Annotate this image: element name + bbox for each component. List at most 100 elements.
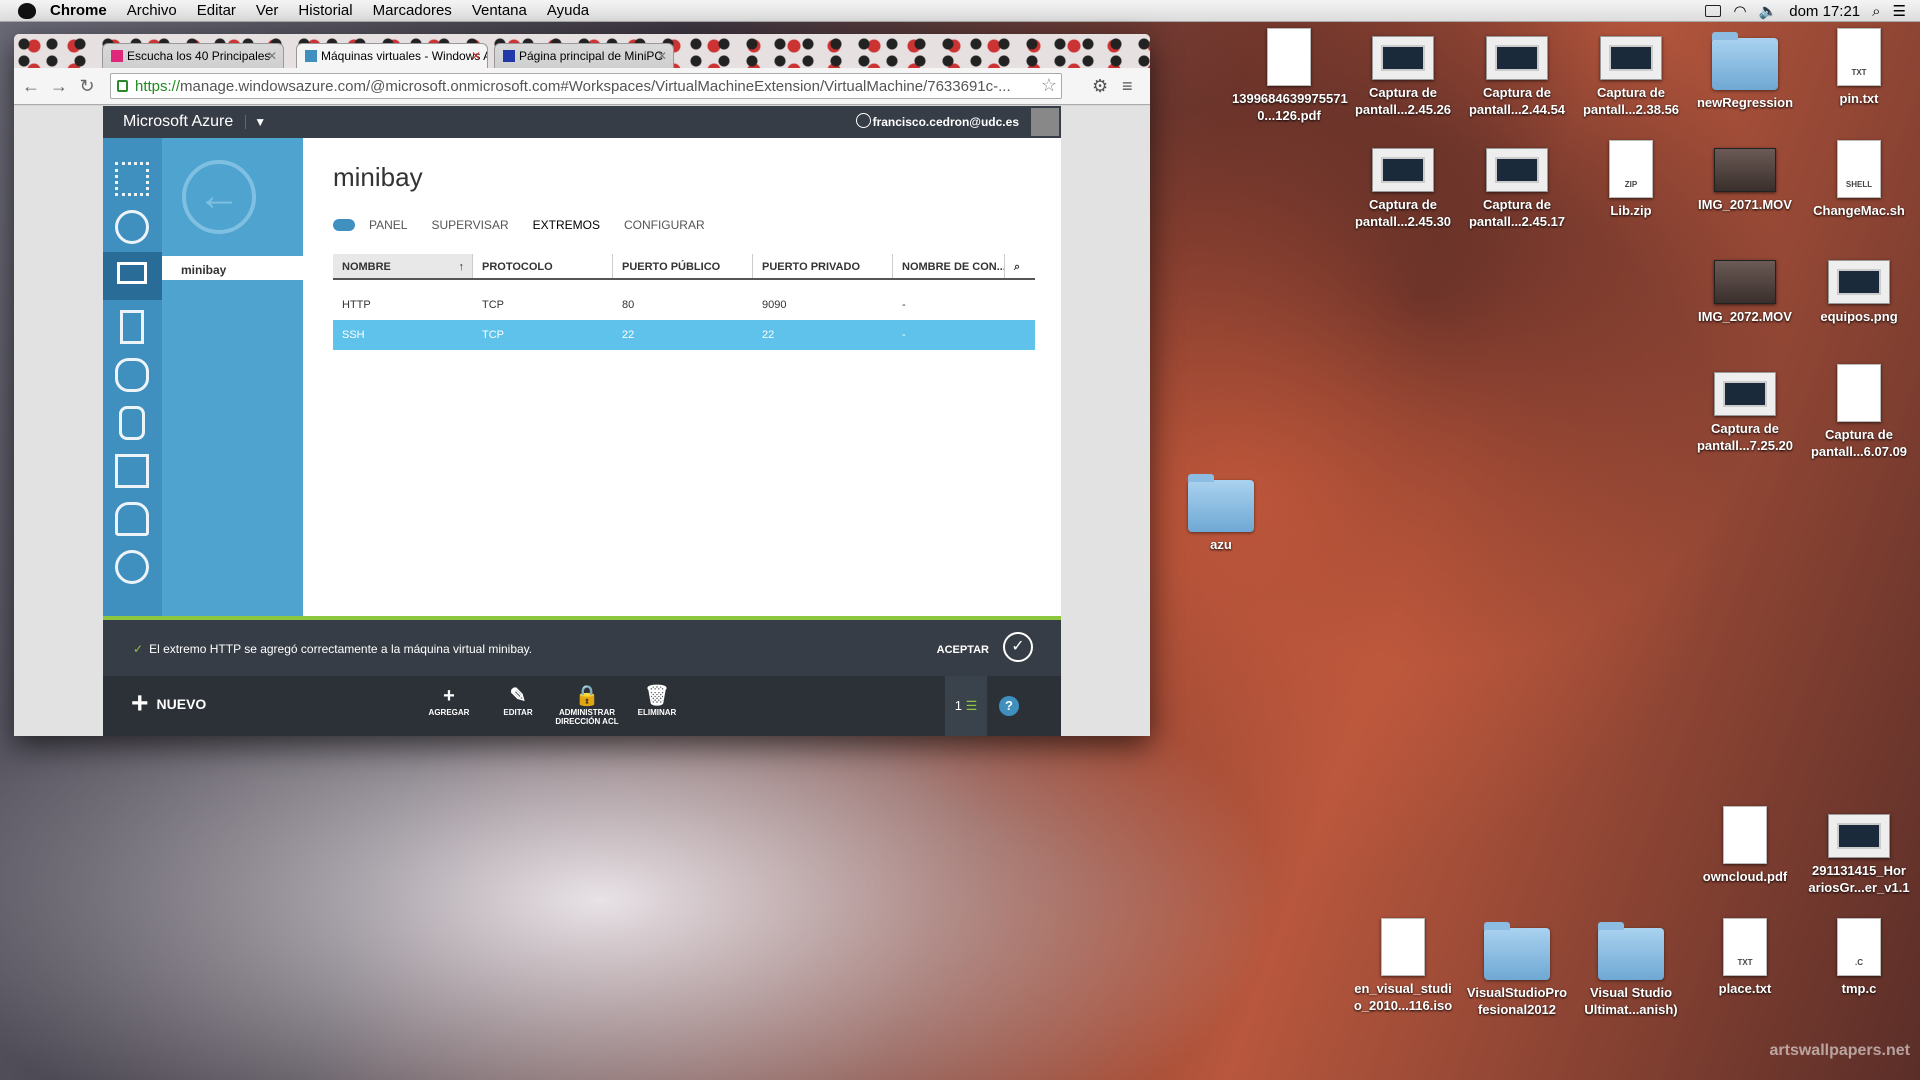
apple-icon[interactable] [18,2,36,19]
desktop-icon[interactable]: VisualStudioPro fesional2012 [1460,918,1574,1018]
help-icon[interactable]: ? [999,696,1019,716]
delete-button[interactable]: 🗑 ELIMINAR [617,684,697,717]
menu-ver[interactable]: Ver [256,2,279,19]
cloud-services-icon[interactable] [115,358,149,392]
wifi-icon[interactable]: ◠ [1733,2,1746,20]
reload-icon[interactable]: ↻ [76,76,98,97]
tab-azure[interactable]: Máquinas virtuales - Windows Azure ✕ [296,43,488,68]
extension-gear-icon[interactable]: ⚙ [1092,76,1108,97]
menu-ventana[interactable]: Ventana [472,2,527,19]
desktop-icon[interactable]: Captura de pantall...6.07.09 [1802,364,1916,460]
desktop-icon[interactable]: Captura de pantall...2.45.17 [1460,140,1574,230]
desktop-icon[interactable]: newRegression [1688,28,1802,111]
virtual-machines-monitor-icon[interactable] [103,252,162,300]
doc-file-icon [1837,364,1881,422]
tab-panel[interactable]: PANEL [369,218,407,232]
tab-los40[interactable]: Escucha los 40 Principales ✕ [102,43,284,68]
address-bar[interactable]: https://manage.windowsazure.com/@microso… [110,73,1062,99]
desktop-icon[interactable]: en_visual_studi o_2010...116.iso [1346,918,1460,1014]
sql-database-icon[interactable] [119,406,145,440]
all-items-grid-icon[interactable] [115,162,149,196]
chevron-down-icon[interactable]: ▼ [245,115,266,129]
desktop-icon[interactable]: SHELL ChangeMac.sh [1802,140,1916,219]
menu-historial[interactable]: Historial [298,2,352,19]
close-tab-icon[interactable]: ✕ [471,49,481,63]
column-header-nombre-con[interactable]: NOMBRE DE CON... [893,254,1005,278]
forward-arrow-icon[interactable]: → [48,76,70,97]
websites-globe-icon[interactable] [115,210,149,244]
menu-app-name[interactable]: Chrome [50,2,107,19]
doc-file-icon: ZIP [1609,140,1653,198]
column-header-puerto-publico[interactable]: PUERTO PÚBLICO [613,254,753,278]
table-row[interactable]: SSH TCP 22 22 - [333,320,1035,350]
desktop-icon[interactable]: azu [1164,470,1278,553]
desktop-icon[interactable]: equipos.png [1802,252,1916,325]
desktop-icon[interactable]: owncloud.pdf [1688,806,1802,885]
desktop-icon[interactable]: .C tmp.c [1802,918,1916,997]
new-button[interactable]: + NUEVO [131,689,206,719]
manage-acl-button[interactable]: 🔒 ADMINISTRAR DIRECCIÓN ACL [552,684,622,726]
desktop-icon[interactable]: Visual Studio Ultimat...anish) [1574,918,1688,1018]
tab-configurar[interactable]: CONFIGURAR [624,218,705,232]
menu-editar[interactable]: Editar [197,2,236,19]
azure-brand[interactable]: Microsoft Azure [123,113,233,131]
tab-minipc[interactable]: Página principal de MiniPC ✕ [494,43,674,68]
tab-extremos[interactable]: EXTREMOS [533,218,600,232]
chrome-menu-icon[interactable]: ≡ [1122,76,1133,97]
spotlight-icon[interactable]: ⌕ [1872,3,1880,20]
desktop-icon[interactable]: ZIP Lib.zip [1574,140,1688,219]
battery-icon[interactable] [1705,5,1722,17]
accept-check-icon[interactable]: ✓ [1003,632,1033,662]
desktop-icon[interactable]: TXT place.txt [1688,918,1802,997]
cell-puerto-privado: 9090 [762,299,787,311]
add-button[interactable]: + AGREGAR [409,684,489,717]
column-header-nombre[interactable]: NOMBRE ↑ [333,254,473,278]
desktop-icon[interactable]: Captura de pantall...7.25.20 [1688,364,1802,454]
globe-icon[interactable] [856,113,871,128]
desktop-icon[interactable]: IMG_2071.MOV [1688,140,1802,213]
desktop-icon[interactable]: 1399684639975571 0...126.pdf [1232,28,1348,124]
search-icon[interactable]: ⌕ [1005,254,1035,278]
avatar[interactable] [1031,108,1059,136]
minipc-favicon-icon [503,50,515,62]
movie-file-icon [1714,148,1776,192]
menu-ayuda[interactable]: Ayuda [547,2,589,19]
column-header-protocolo[interactable]: PROTOCOLO [473,254,613,278]
close-tab-icon[interactable]: ✕ [657,49,667,63]
mobile-services-icon[interactable] [120,310,144,344]
trash-icon: 🗑 [644,685,670,707]
notification-center-icon[interactable]: ☰ [1893,2,1906,20]
desktop-icon[interactable]: Captura de pantall...2.44.54 [1460,28,1574,118]
clock[interactable]: dom 17:21 [1789,3,1860,20]
desktop-icon[interactable]: Captura de pantall...2.45.30 [1346,140,1460,230]
user-email[interactable]: francisco.cedron@udc.es [873,115,1019,129]
back-arrow-icon[interactable]: ← [182,160,256,234]
hdinsight-elephant-icon[interactable] [115,502,149,536]
desktop-icon[interactable]: TXT pin.txt [1802,28,1916,107]
volume-icon[interactable]: 🔈 [1759,2,1778,20]
menu-archivo[interactable]: Archivo [127,2,177,19]
desktop-icon[interactable]: Captura de pantall...2.38.56 [1574,28,1688,118]
menu-marcadores[interactable]: Marcadores [373,2,452,19]
service-nav [103,138,162,616]
bookmark-star-icon[interactable]: ☆ [1041,75,1057,96]
desktop-icon[interactable]: 291131415_Hor ariosGr...er_v1.1 [1802,806,1916,896]
quickstart-cloud-icon[interactable] [333,219,355,231]
operations-counter[interactable]: 1 ☰ [945,676,987,736]
sidebar-item-minibay[interactable]: minibay [162,256,303,280]
tab-supervisar[interactable]: SUPERVISAR [431,218,508,232]
tab-title: Máquinas virtuales - Windows Azure [321,49,487,63]
column-header-puerto-privado[interactable]: PUERTO PRIVADO [753,254,893,278]
doc-file-icon [1723,806,1767,864]
desktop-icon-label: tmp.c [1841,981,1877,996]
back-arrow-icon[interactable]: ← [20,76,42,97]
screenshot-file-icon [1372,148,1434,192]
table-row[interactable]: HTTP TCP 80 9090 - [333,290,1035,320]
desktop-icon[interactable]: IMG_2072.MOV [1688,252,1802,325]
edit-button[interactable]: ✎ EDITAR [478,684,558,717]
accept-label[interactable]: ACEPTAR [937,644,989,656]
media-services-icon[interactable] [115,550,149,584]
desktop-icon[interactable]: Captura de pantall...2.45.26 [1346,28,1460,118]
storage-table-icon[interactable] [115,454,149,488]
close-tab-icon[interactable]: ✕ [267,49,277,63]
